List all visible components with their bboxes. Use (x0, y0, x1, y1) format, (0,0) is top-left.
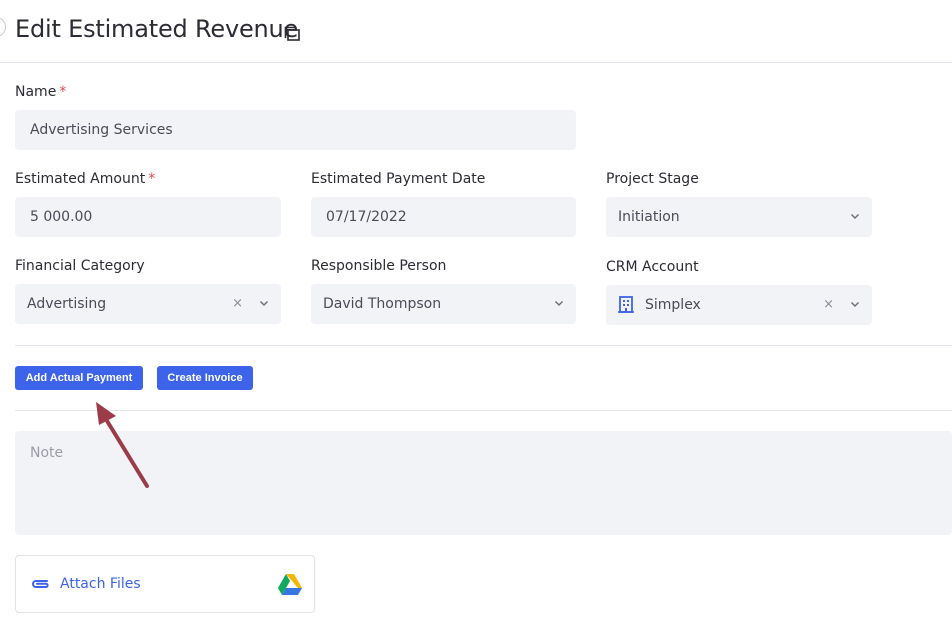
crm-account-select[interactable]: Simplex × (606, 285, 872, 325)
responsible-person-label: Responsible Person (311, 258, 447, 274)
required-mark: * (59, 84, 67, 100)
clear-icon[interactable]: × (232, 296, 243, 311)
project-stage-label: Project Stage (606, 171, 699, 187)
page-header: Edit Estimated Revenue (0, 0, 952, 63)
project-stage-select[interactable]: Initiation (606, 197, 872, 237)
create-invoice-button[interactable]: Create Invoice (157, 366, 253, 390)
financial-category-label: Financial Category (15, 258, 145, 274)
crm-account-label: CRM Account (606, 259, 699, 275)
project-stage-value: Initiation (618, 209, 680, 225)
annotation-arrow (96, 402, 149, 488)
financial-category-value: Advertising (27, 296, 107, 312)
chevron-down-icon[interactable] (259, 298, 269, 308)
name-value: Advertising Services (30, 122, 173, 138)
estimated-payment-date-label: Estimated Payment Date (311, 171, 486, 187)
required-mark: * (148, 171, 156, 187)
divider (15, 410, 952, 411)
name-field[interactable]: Advertising Services (15, 110, 576, 150)
estimated-payment-date-field[interactable]: 07/17/2022 (311, 197, 576, 237)
attach-files-label[interactable]: Attach Files (60, 576, 141, 592)
page-title: Edit Estimated Revenue (15, 15, 299, 43)
clear-icon[interactable]: × (823, 297, 834, 312)
divider (15, 345, 952, 346)
estimated-amount-value: 5 000.00 (30, 209, 93, 225)
estimated-amount-field[interactable]: 5 000.00 (15, 197, 281, 237)
copy-icon[interactable] (284, 26, 301, 42)
building-icon (618, 296, 634, 313)
estimated-payment-date-value: 07/17/2022 (326, 209, 407, 225)
name-label: Name * (15, 84, 67, 100)
back-button[interactable] (0, 17, 6, 37)
note-placeholder: Note (30, 445, 64, 461)
financial-category-select[interactable]: Advertising × (15, 284, 281, 324)
responsible-person-select[interactable]: David Thompson (311, 284, 576, 324)
chevron-down-icon[interactable] (850, 211, 860, 221)
paperclip-icon (32, 580, 49, 588)
chevron-down-icon[interactable] (554, 298, 564, 308)
estimated-amount-label: Estimated Amount * (15, 171, 156, 187)
add-actual-payment-button[interactable]: Add Actual Payment (15, 366, 143, 390)
responsible-person-value: David Thompson (323, 296, 442, 312)
google-drive-icon[interactable] (278, 574, 302, 595)
chevron-down-icon[interactable] (850, 299, 860, 309)
note-textarea[interactable]: Note (15, 431, 952, 535)
attach-files-box[interactable]: Attach Files (15, 555, 315, 613)
